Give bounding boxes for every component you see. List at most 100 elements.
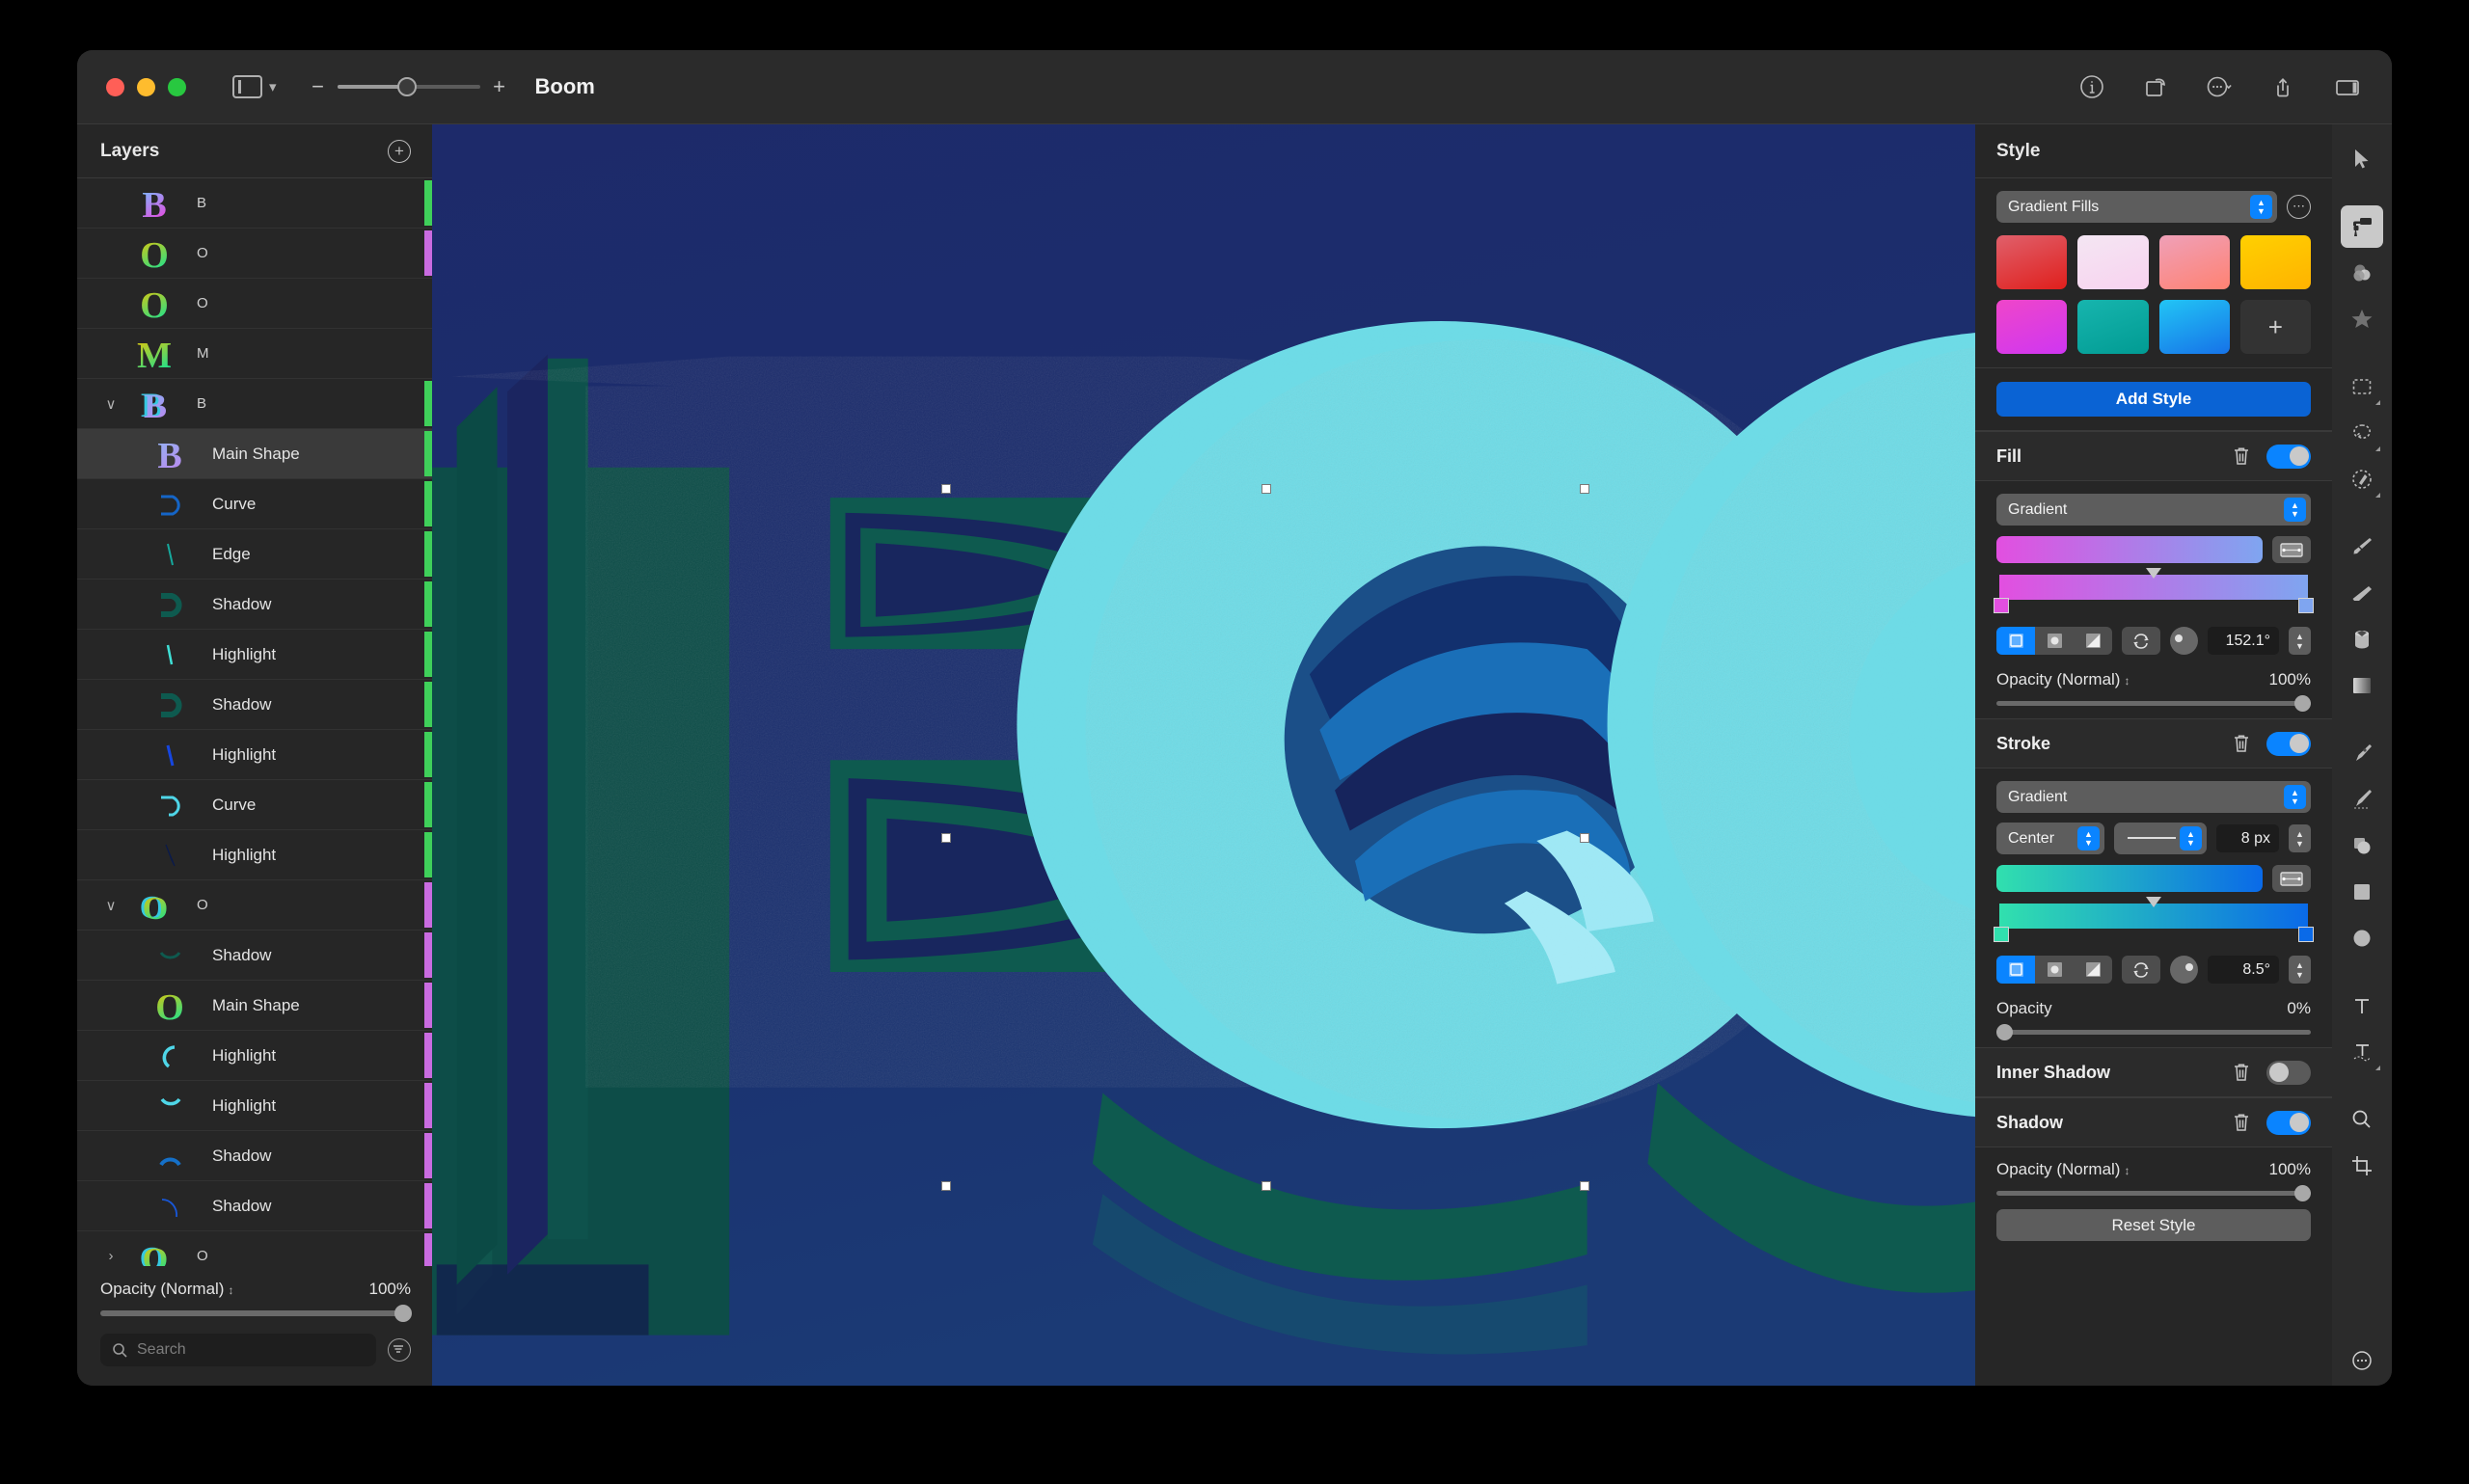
layer-row[interactable]: OO: [77, 229, 432, 279]
ellipsis-icon[interactable]: ⋯: [2287, 195, 2311, 219]
layer-row[interactable]: OO: [77, 279, 432, 329]
disclosure-triangle-icon[interactable]: ∨: [98, 395, 123, 413]
add-style-button[interactable]: Add Style: [1996, 382, 2311, 417]
layer-row[interactable]: MM: [77, 329, 432, 379]
trash-icon[interactable]: [2232, 445, 2251, 467]
fill-gradient-preview[interactable]: [1996, 536, 2263, 563]
fill-angle-value[interactable]: 152.1°: [2208, 627, 2279, 655]
trash-icon[interactable]: [2232, 1112, 2251, 1133]
layer-row[interactable]: Highlight: [77, 830, 432, 880]
text-on-path-icon[interactable]: [2341, 1031, 2383, 1073]
magnifier-icon[interactable]: [2341, 1098, 2383, 1141]
zoom-slider-knob[interactable]: [397, 77, 417, 96]
gradient-swatch-icon[interactable]: [2341, 664, 2383, 707]
chevron-updown-icon[interactable]: ▲▼: [2250, 195, 2272, 219]
add-layer-button[interactable]: +: [388, 140, 411, 163]
inner-shadow-toggle[interactable]: [2266, 1061, 2311, 1085]
swatch-teal[interactable]: [2077, 300, 2148, 354]
ellipsis-circle-icon[interactable]: [2341, 1339, 2383, 1382]
swatch-salmon[interactable]: [2159, 235, 2230, 289]
style-preset-popup[interactable]: Gradient Fills ▲▼: [1996, 191, 2277, 223]
text-T-icon[interactable]: [2341, 985, 2383, 1027]
layer-row[interactable]: Edge: [77, 529, 432, 580]
stroke-width-value[interactable]: 8 px: [2216, 824, 2279, 852]
repeat-icon[interactable]: [2122, 627, 2160, 655]
fill-gradient-type-segmented[interactable]: [1996, 627, 2112, 655]
layer-row[interactable]: BMain Shape: [77, 429, 432, 479]
selection-handle[interactable]: [1580, 484, 1589, 494]
paint-bucket-icon[interactable]: [2341, 618, 2383, 661]
fill-gradient-stop-start[interactable]: [1994, 598, 2009, 613]
fill-opacity-knob[interactable]: [2294, 695, 2311, 712]
trash-icon[interactable]: [2232, 733, 2251, 754]
layer-row[interactable]: Highlight: [77, 1031, 432, 1081]
stroke-opacity-slider[interactable]: [1996, 1030, 2311, 1035]
reverse-gradient-icon[interactable]: [2272, 536, 2311, 563]
layer-row[interactable]: ∨OOO: [77, 880, 432, 931]
zoom-in-button[interactable]: +: [493, 74, 506, 99]
shadow-blend-stepper-icon[interactable]: ↕: [2124, 1164, 2130, 1177]
layer-row[interactable]: Shadow: [77, 1131, 432, 1181]
trash-icon[interactable]: [2232, 1062, 2251, 1083]
stroke-gradient-stop-start[interactable]: [1994, 927, 2009, 942]
minimize-button[interactable]: [137, 78, 155, 96]
filter-icon[interactable]: [388, 1338, 411, 1362]
layer-row[interactable]: Shadow: [77, 1181, 432, 1231]
selection-handle[interactable]: [1580, 833, 1589, 843]
eraser-icon[interactable]: [2341, 572, 2383, 614]
more-options-icon[interactable]: [2205, 72, 2234, 101]
zoom-control[interactable]: − +: [312, 74, 506, 99]
fill-gradient-stop-mid[interactable]: [2146, 568, 2161, 579]
add-swatch-button[interactable]: +: [2240, 300, 2311, 354]
fill-opacity-slider[interactable]: [1996, 701, 2311, 706]
shapes-icon[interactable]: [2341, 824, 2383, 867]
blend-mode-stepper-icon[interactable]: ↕: [228, 1283, 233, 1297]
stroke-gradient-track[interactable]: [1996, 904, 2311, 936]
stroke-opacity-knob[interactable]: [1996, 1024, 2013, 1040]
selection-handle[interactable]: [1262, 1181, 1271, 1191]
sidebar-toggle-button[interactable]: ▾: [232, 75, 277, 98]
swatch-yellow[interactable]: [2240, 235, 2311, 289]
info-icon[interactable]: [2077, 72, 2106, 101]
stroke-gradient-stop-mid[interactable]: [2146, 897, 2161, 907]
fill-gradient-track[interactable]: [1996, 575, 2311, 607]
gradient-radial-icon[interactable]: [2035, 627, 2074, 655]
chevron-updown-icon[interactable]: ▲▼: [2180, 826, 2202, 850]
paint-roller-icon[interactable]: [2341, 205, 2383, 248]
marquee-rect-icon[interactable]: [2341, 365, 2383, 408]
fill-angle-stepper[interactable]: ▲▼: [2289, 627, 2311, 655]
shadow-opacity-slider[interactable]: [1996, 1191, 2311, 1196]
fill-blend-stepper-icon[interactable]: ↕: [2124, 674, 2130, 688]
selection-handle[interactable]: [941, 833, 951, 843]
layer-row[interactable]: Shadow: [77, 931, 432, 981]
gradient-linear-icon[interactable]: [1996, 627, 2035, 655]
selection-handle[interactable]: [941, 1181, 951, 1191]
swatch-magenta[interactable]: [1996, 300, 2067, 354]
layer-list[interactable]: BBOOOOMM∨BBBBMain ShapeCurveEdgeShadowHi…: [77, 178, 432, 1266]
disclosure-triangle-icon[interactable]: ›: [98, 1248, 123, 1264]
share-icon[interactable]: [2268, 72, 2297, 101]
color-circles-icon[interactable]: [2341, 252, 2383, 294]
zoom-slider[interactable]: [338, 85, 480, 89]
layer-row[interactable]: ›OOO: [77, 1231, 432, 1266]
layer-row[interactable]: BB: [77, 178, 432, 229]
cursor-arrow-icon[interactable]: [2341, 138, 2383, 180]
search-input[interactable]: Search: [100, 1334, 376, 1366]
disclosure-triangle-icon[interactable]: ∨: [98, 897, 123, 914]
close-button[interactable]: [106, 78, 124, 96]
layer-row[interactable]: Shadow: [77, 680, 432, 730]
selection-handle[interactable]: [941, 484, 951, 494]
magic-wand-icon[interactable]: [2341, 458, 2383, 500]
gradient-linear-icon[interactable]: [1996, 956, 2035, 984]
shadow-opacity-knob[interactable]: [2294, 1185, 2311, 1201]
layer-opacity-knob[interactable]: [394, 1305, 412, 1322]
layer-row[interactable]: ∨BBB: [77, 379, 432, 429]
stroke-dash-popup[interactable]: ▲▼: [2114, 823, 2207, 854]
stroke-type-popup[interactable]: Gradient ▲▼: [1996, 781, 2311, 813]
lasso-icon[interactable]: [2341, 412, 2383, 454]
swatch-blue[interactable]: [2159, 300, 2230, 354]
fill-type-popup[interactable]: Gradient ▲▼: [1996, 494, 2311, 526]
square-icon[interactable]: [2341, 871, 2383, 913]
circle-icon[interactable]: [2341, 917, 2383, 959]
layer-row[interactable]: Highlight: [77, 1081, 432, 1131]
